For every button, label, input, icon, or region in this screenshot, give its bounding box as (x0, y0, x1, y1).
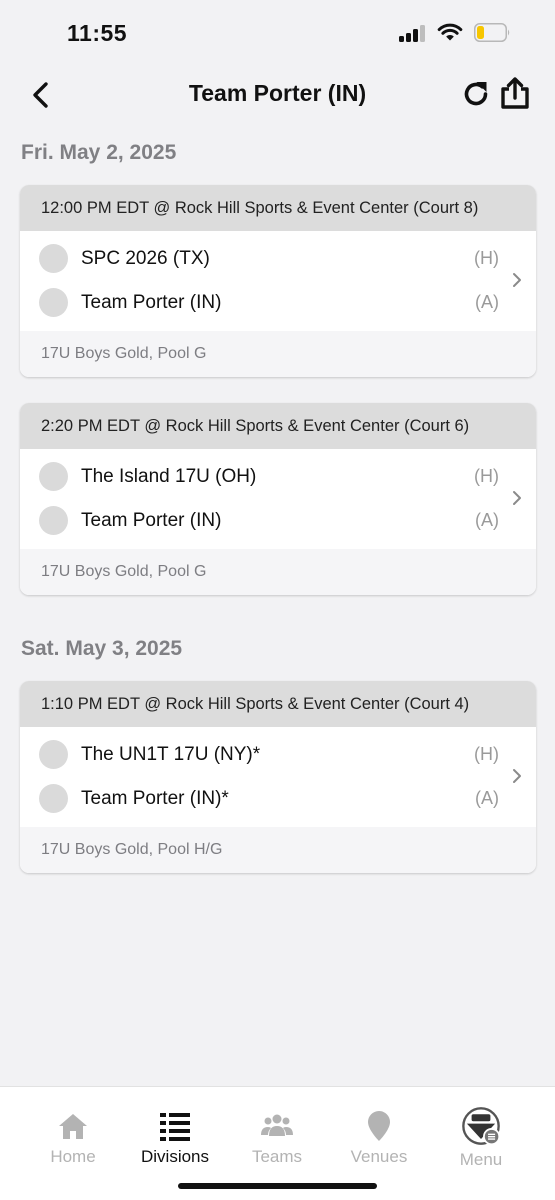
tab-label: Menu (459, 1150, 503, 1169)
away-team-name: Team Porter (IN)* (81, 788, 229, 809)
team-logo-placeholder (39, 288, 68, 317)
refresh-icon[interactable] (461, 79, 491, 109)
division-pool: 17U Boys Gold, Pool G (20, 549, 536, 595)
away-team-row: Team Porter (IN) (A) (20, 499, 536, 543)
matchup: The UN1T 17U (NY)* (H) Team Porter (IN)*… (20, 727, 536, 827)
people-icon (261, 1114, 293, 1136)
tab-divisions[interactable]: Divisions (125, 1109, 225, 1167)
away-team-row: Team Porter (IN) (A) (20, 281, 536, 325)
matchup: SPC 2026 (TX) (H) Team Porter (IN) (A) (20, 231, 536, 331)
team-logo-placeholder (39, 506, 68, 535)
status-bar: 11:55 (0, 0, 555, 66)
day-heading: Fri. May 2, 2025 (21, 141, 177, 164)
team-logo-placeholder (39, 784, 68, 813)
division-pool: 17U Boys Gold, Pool G (20, 331, 536, 377)
tab-label: Teams (251, 1147, 303, 1166)
battery-icon (474, 23, 510, 42)
game-card[interactable]: 12:00 PM EDT @ Rock Hill Sports & Event … (20, 185, 536, 377)
team-logo-placeholder (39, 740, 68, 769)
game-card[interactable]: 2:20 PM EDT @ Rock Hill Sports & Event C… (20, 403, 536, 595)
day-heading: Sat. May 3, 2025 (21, 637, 183, 660)
game-card[interactable]: 1:10 PM EDT @ Rock Hill Sports & Event C… (20, 681, 536, 873)
away-team-row: Team Porter (IN)* (A) (20, 777, 536, 821)
nav-header: Team Porter (IN) (0, 66, 555, 126)
chevron-right-icon (513, 769, 521, 783)
status-time: 11:55 (67, 20, 128, 46)
home-team-row: The UN1T 17U (NY)* (H) (20, 733, 536, 777)
wifi-icon (437, 23, 463, 41)
home-team-row: The Island 17U (OH) (H) (20, 455, 536, 499)
division-pool: 17U Boys Gold, Pool H/G (20, 827, 536, 873)
away-marker: (A) (475, 292, 499, 312)
away-marker: (A) (475, 788, 499, 808)
home-marker: (H) (474, 466, 499, 486)
game-time-location: 12:00 PM EDT @ Rock Hill Sports & Event … (20, 185, 536, 231)
tab-label: Divisions (140, 1147, 210, 1166)
location-pin-icon (368, 1111, 390, 1141)
home-marker: (H) (474, 744, 499, 764)
away-marker: (A) (475, 510, 499, 530)
game-time-location: 2:20 PM EDT @ Rock Hill Sports & Event C… (20, 403, 536, 449)
tab-menu[interactable]: Menu (431, 1107, 531, 1170)
home-team-row: SPC 2026 (TX) (H) (20, 237, 536, 281)
team-logo-placeholder (39, 462, 68, 491)
home-team-name: SPC 2026 (TX) (81, 248, 210, 269)
tab-teams[interactable]: Teams (227, 1109, 327, 1167)
team-logo-placeholder (39, 244, 68, 273)
home-icon (59, 1114, 87, 1139)
chevron-right-icon (513, 273, 521, 287)
away-team-name: Team Porter (IN) (81, 510, 222, 531)
list-icon (160, 1113, 190, 1141)
tab-home[interactable]: Home (23, 1109, 123, 1167)
home-team-name: The Island 17U (OH) (81, 466, 257, 487)
game-time-location: 1:10 PM EDT @ Rock Hill Sports & Event C… (20, 681, 536, 727)
tab-venues[interactable]: Venues (329, 1109, 429, 1167)
gold-logo-icon (462, 1107, 501, 1146)
matchup: The Island 17U (OH) (H) Team Porter (IN)… (20, 449, 536, 549)
share-icon[interactable] (499, 76, 531, 110)
cellular-signal-icon (399, 25, 427, 42)
tab-label: Home (50, 1147, 96, 1166)
home-indicator (178, 1183, 377, 1189)
tab-label: Venues (350, 1147, 408, 1166)
home-marker: (H) (474, 248, 499, 268)
away-team-name: Team Porter (IN) (81, 292, 222, 313)
home-team-name: The UN1T 17U (NY)* (81, 744, 261, 765)
chevron-right-icon (513, 491, 521, 505)
